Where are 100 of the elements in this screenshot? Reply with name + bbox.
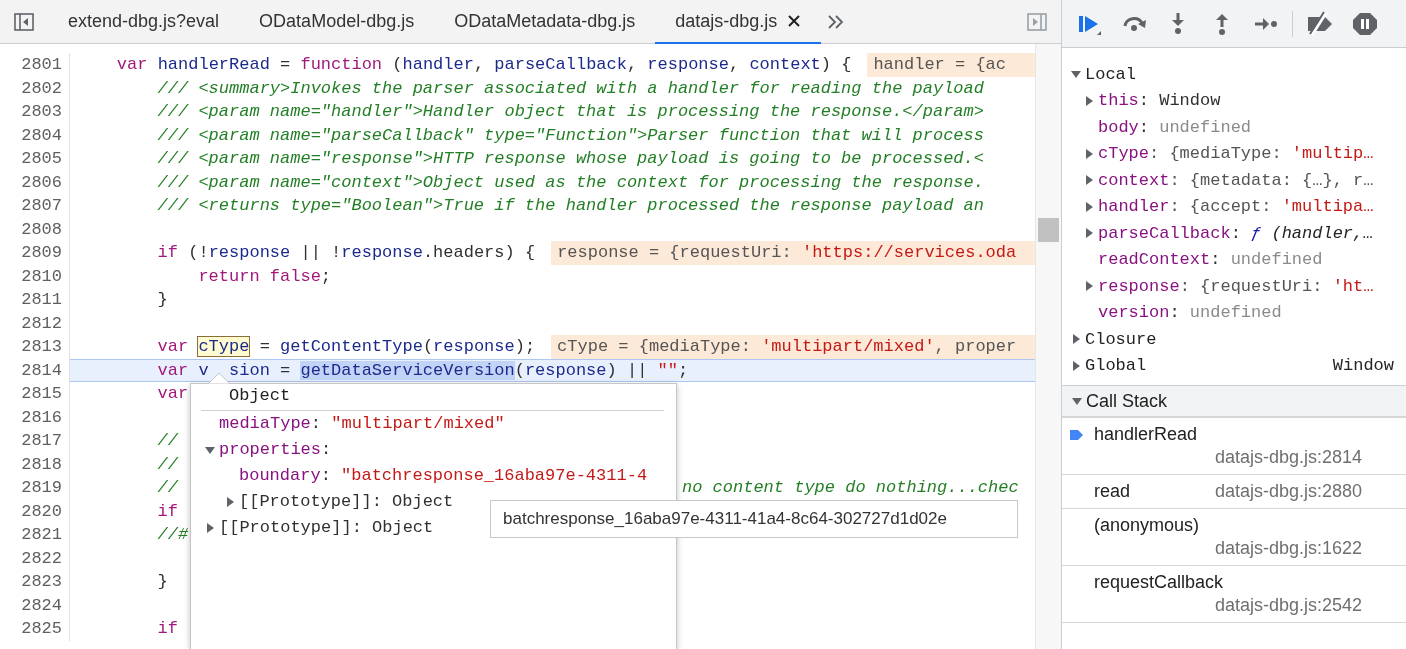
call-stack-frame[interactable]: (anonymous) datajs-dbg.js:1622 (1062, 509, 1406, 566)
disclosure-triangle-icon[interactable] (225, 497, 235, 507)
disclosure-triangle-icon[interactable] (1084, 228, 1094, 239)
call-stack-frame[interactable]: read datajs-dbg.js:2880 (1062, 475, 1406, 509)
scope-variable: response: {requestUri: 'ht… (1098, 276, 1374, 296)
scope-variable: this: Window (1098, 91, 1221, 111)
code-line: var v sion = getDataServiceVersion(response) || ""; (156, 359, 689, 382)
more-tabs-icon[interactable] (827, 13, 846, 30)
line-number: 2814 (20, 359, 63, 382)
line-number: 2802 (20, 77, 63, 100)
disclosure-triangle-icon[interactable] (1084, 95, 1094, 106)
line-number: 2807 (20, 195, 63, 217)
disclosure-triangle-icon[interactable] (1071, 69, 1081, 80)
disclosure-triangle-icon[interactable] (1071, 334, 1081, 345)
property-entry: properties: (219, 439, 332, 461)
scope-variable: context: {metadata: {…}, r… (1098, 170, 1374, 190)
disclosure-triangle-icon[interactable] (205, 523, 215, 533)
value-tooltip: batchresponse_16aba97e-4311-41a4-8c64-302727d1d02e (490, 500, 1018, 538)
code-line: //# (156, 524, 189, 546)
frame-name: requestCallback (1094, 571, 1224, 594)
property-entry: [[Prototype]]: Object (219, 517, 434, 539)
frame-location[interactable]: datajs-dbg.js:2814 (1215, 446, 1372, 469)
line-number: 2805 (20, 148, 63, 170)
line-number: 2821 (20, 524, 63, 546)
code-line: // (156, 453, 179, 476)
line-number: 2817 (20, 430, 63, 452)
frame-location[interactable]: datajs-dbg.js:2880 (1215, 480, 1372, 503)
call-stack-frame[interactable]: handlerRead datajs-dbg.js:2814 (1062, 418, 1406, 475)
property-entry: boundary: "batchresponse_16aba97e-4311-4 (239, 465, 648, 487)
scope-variable: parseCallback: ƒ (handler,… (1098, 223, 1374, 243)
scope-variable: readContext: undefined (1098, 250, 1323, 270)
scope-variable: version: undefined (1098, 303, 1282, 323)
disclosure-triangle-icon[interactable] (1084, 148, 1094, 159)
line-number: 2809 (20, 242, 63, 264)
line-number: 2819 (20, 477, 63, 499)
inline-value: handler = {ac (867, 53, 1035, 77)
line-number: 2824 (20, 594, 63, 617)
popover-title: Object (201, 384, 664, 411)
code-line: // (156, 477, 179, 499)
code-line: var (156, 383, 189, 405)
line-number: 2803 (20, 101, 63, 123)
frame-name: (anonymous) (1094, 514, 1200, 537)
code-line: var cType = getContentType(response); (156, 336, 536, 358)
disclosure-triangle-icon[interactable] (1071, 360, 1081, 371)
line-number: 2812 (20, 312, 63, 335)
code-line: /// <param name="parseCallback" type="Function">Parser function that will process (156, 124, 984, 147)
scope-section-title[interactable]: Closure (1085, 329, 1157, 349)
line-number: 2810 (20, 265, 63, 288)
scope-variable: handler: {accept: 'multipa… (1098, 197, 1374, 217)
code-line: no content type do nothing...chec (682, 477, 1019, 499)
code-line: if (156, 500, 179, 523)
file-tab[interactable]: extend-dbg.js?eval (48, 0, 240, 44)
line-number: 2825 (20, 618, 63, 640)
section-header[interactable]: Call Stack (1062, 385, 1406, 418)
code-line: /// <summary>Invokes the parser associated with a handler for reading the payload (156, 77, 984, 100)
disclosure-triangle-icon[interactable] (1072, 396, 1082, 406)
close-icon[interactable] (787, 14, 802, 28)
disclosure-triangle-icon[interactable] (1084, 201, 1094, 212)
code-line: if (156, 618, 179, 640)
file-tab[interactable]: datajs-dbg.js (655, 0, 822, 44)
line-number: 2804 (20, 124, 63, 147)
code-line: } (156, 571, 168, 593)
disclosure-triangle-icon[interactable] (1084, 175, 1094, 186)
line-number: 2811 (20, 289, 63, 311)
line-number: 2806 (20, 171, 63, 194)
call-stack-frame[interactable]: requestCallback datajs-dbg.js:2542 (1062, 566, 1406, 623)
property-entry: mediaType: "multipart/mixed" (219, 413, 505, 435)
inline-value: response = {requestUri: 'https://services.oda (551, 241, 1035, 265)
scope-section-title[interactable]: Global (1085, 356, 1147, 376)
code-line: /// <param name="handler">Handler object that is processing the response.</param> (156, 101, 984, 123)
code-line: } (156, 289, 168, 311)
line-number: 2808 (20, 218, 63, 241)
frame-name: handlerRead (1094, 423, 1198, 446)
code-line: /// <param name="response">HTTP response whose payload is going to be processed.< (156, 148, 984, 170)
code-line: // (156, 430, 179, 452)
frame-location[interactable]: datajs-dbg.js:1622 (1215, 537, 1372, 560)
line-number: 2820 (20, 500, 63, 523)
file-tab[interactable]: ODataModel-dbg.js (239, 0, 435, 44)
inline-value: cType = {mediaType: 'multipart/mixed', proper (551, 335, 1035, 359)
code-line: var handlerRead = function (handler, parseCallback, response, context) { (115, 54, 852, 76)
code-line: /// <param name="context">Object used as the context for processing the response. (156, 171, 984, 194)
frame-location[interactable]: datajs-dbg.js:2542 (1215, 594, 1372, 617)
scope-variable: cType: {mediaType: 'multip… (1098, 144, 1374, 164)
scope-variable: body: undefined (1098, 117, 1252, 137)
line-number: 2822 (20, 547, 63, 570)
code-line: if (!response || !response.headers) { (156, 242, 536, 264)
scope-value: Window (1332, 356, 1394, 376)
file-tab[interactable]: ODataMetadata-dbg.js (434, 0, 656, 44)
frame-name: read (1094, 480, 1131, 503)
code-line: return false; (197, 265, 332, 288)
scope-section-title[interactable]: Local (1085, 64, 1136, 84)
disclosure-triangle-icon[interactable] (1084, 281, 1094, 292)
property-entry: [[Prototype]]: Object (239, 491, 454, 513)
disclosure-triangle-icon[interactable] (205, 445, 215, 455)
line-number: 2823 (20, 571, 63, 593)
line-number: 2801 (20, 54, 63, 76)
section-title: Call Stack (1086, 390, 1168, 412)
scrollbar[interactable] (1035, 44, 1061, 649)
line-number: 2815 (20, 383, 63, 405)
line-number: 2816 (20, 406, 63, 429)
